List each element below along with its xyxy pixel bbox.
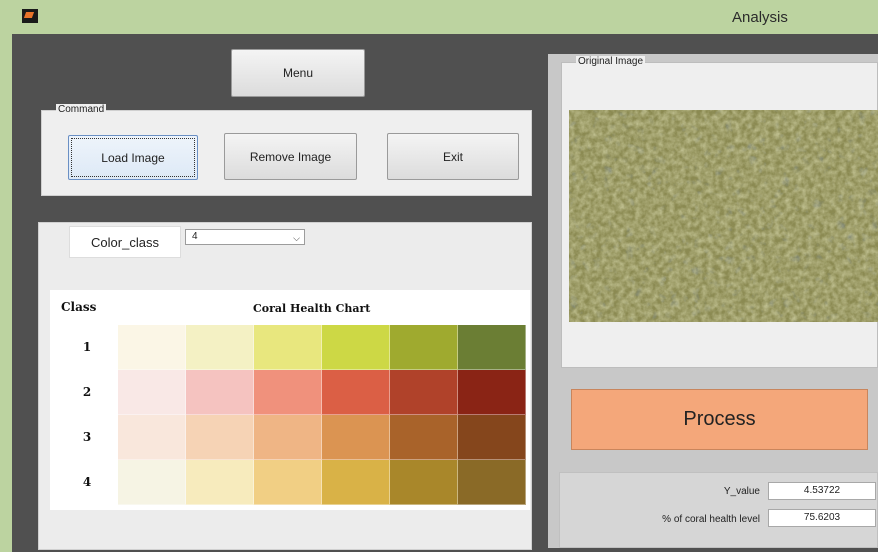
process-button[interactable]: Process (571, 389, 868, 450)
chart-color-cell (118, 415, 186, 460)
y-value-label: Y_value (723, 486, 760, 497)
command-panel-title: Command (56, 104, 107, 115)
chart-color-cell (186, 370, 254, 415)
chart-color-cell (254, 460, 322, 505)
chart-row-label: 2 (82, 385, 92, 399)
chart-color-cell (322, 415, 390, 460)
chart-color-cell (254, 325, 322, 370)
color-class-selected-value: 4 (192, 231, 198, 242)
chart-color-cell (254, 415, 322, 460)
chart-row-label: 3 (82, 430, 92, 444)
load-image-button[interactable]: Load Image (68, 135, 198, 180)
chart-color-cell (322, 370, 390, 415)
matlab-logo-icon (22, 9, 38, 23)
chart-color-cell (118, 370, 186, 415)
color-class-label: Color_class (69, 226, 181, 258)
exit-button[interactable]: Exit (387, 133, 519, 180)
original-image-title: Original Image (576, 56, 646, 67)
chart-class-header: Class (61, 300, 97, 314)
chart-color-cell (186, 415, 254, 460)
remove-image-button[interactable]: Remove Image (224, 133, 357, 180)
chart-color-cell (118, 325, 186, 370)
chart-color-cell (390, 460, 458, 505)
window-title: Analysis (732, 9, 788, 26)
menu-button[interactable]: Menu (231, 49, 365, 97)
chart-color-cell (186, 460, 254, 505)
chart-color-cell (390, 370, 458, 415)
chart-row-label: 1 (82, 340, 92, 354)
chart-title: Coral Health Chart (253, 302, 371, 315)
chart-color-cell (322, 325, 390, 370)
chevron-down-icon: ⌵ (293, 233, 300, 243)
chart-color-cell (118, 460, 186, 505)
coral-health-level-field[interactable]: 75.6203 (768, 509, 876, 527)
y-value-field[interactable]: 4.53722 (768, 482, 876, 500)
chart-color-cell (390, 415, 458, 460)
chart-row-label: 4 (82, 475, 92, 489)
title-bar: Analysis (0, 0, 878, 34)
chart-color-cell (322, 460, 390, 505)
chart-color-cell (458, 325, 526, 370)
chart-color-cell (186, 325, 254, 370)
chart-color-cell (458, 370, 526, 415)
coral-health-level-label: % of coral health level (662, 514, 760, 525)
window-left-border (0, 34, 12, 552)
coral-photo (569, 110, 878, 322)
chart-color-cell (390, 325, 458, 370)
color-class-select[interactable]: 4 ⌵ (185, 229, 305, 245)
chart-color-cell (458, 415, 526, 460)
chart-color-cell (254, 370, 322, 415)
chart-color-cell (458, 460, 526, 505)
